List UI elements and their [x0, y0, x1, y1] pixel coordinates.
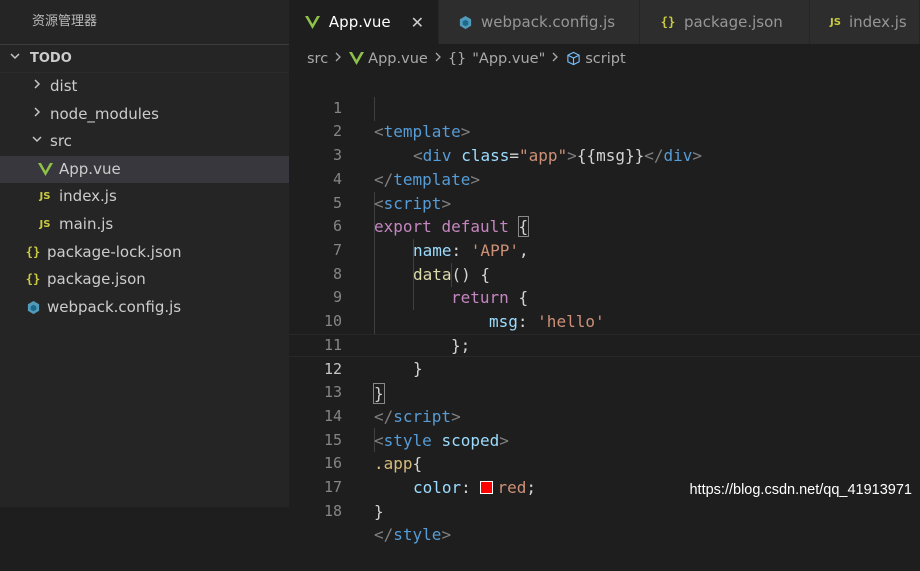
workspace-name: TODO	[30, 51, 72, 66]
chevron-down-icon	[30, 128, 44, 156]
code-line: 17 }	[289, 452, 920, 521]
code-line: 1 <template>	[289, 73, 920, 142]
webpack-icon	[457, 15, 473, 30]
vue-icon	[348, 52, 364, 65]
tree-item-node-modules[interactable]: node_modules	[0, 101, 289, 129]
tree-item-label: webpack.config.js	[47, 297, 182, 316]
object-braces-icon: {}	[447, 50, 467, 67]
code-line: 8 return {	[289, 239, 920, 308]
tree-item-label: index.js	[59, 187, 117, 206]
javascript-file-icon: JS	[39, 218, 51, 230]
javascript-file-icon: JS	[830, 16, 841, 28]
code-line: 2 <div class="app">{{msg}}</div>	[289, 97, 920, 165]
tree-item-dist[interactable]: dist	[0, 73, 289, 101]
chevron-right-icon	[30, 101, 44, 129]
cube-symbol-icon	[565, 51, 581, 66]
vue-icon	[37, 163, 53, 177]
code-line: 5 export default {	[289, 168, 920, 238]
chevron-down-icon	[0, 45, 30, 72]
tree-item-label: src	[50, 132, 72, 151]
code-line: 6 name: 'APP',	[289, 192, 920, 260]
json-file-icon: {}	[25, 244, 41, 259]
code-line: 9 msg: 'hello'	[289, 263, 920, 331]
javascript-file-icon: JS	[39, 191, 51, 203]
chevron-right-icon	[551, 51, 559, 67]
breadcrumb-file[interactable]: App.vue	[368, 51, 428, 67]
tree-item-app-vue[interactable]: App.vue	[0, 155, 289, 184]
json-file-icon: {}	[660, 15, 676, 29]
tab-webpack-config[interactable]: webpack.config.js	[439, 0, 640, 44]
chevron-right-icon	[334, 51, 342, 67]
code-line: 14 <style scoped>	[289, 381, 920, 450]
tab-label: index.js	[848, 13, 907, 31]
tab-app-vue[interactable]: App.vue ✕	[289, 0, 439, 44]
tree-item-label: package-lock.json	[47, 242, 182, 261]
json-file-icon: {}	[25, 272, 41, 287]
breadcrumb: src App.vue {} "App.vue" script	[289, 44, 920, 73]
chevron-right-icon	[30, 73, 44, 101]
tab-index-js[interactable]: JS index.js	[810, 0, 920, 44]
code-line: 16 color: red;	[289, 429, 920, 497]
tab-label: App.vue	[328, 13, 391, 31]
tree-item-label: main.js	[59, 214, 114, 233]
tab-package-json[interactable]: {} package.json	[640, 0, 810, 44]
explorer-title: 资源管理器	[32, 14, 98, 29]
workspace-section-header[interactable]: TODO	[0, 44, 289, 73]
code-line: 4 <script>	[289, 144, 920, 213]
explorer-sidebar: 资源管理器 TODO dist node_modules src App.vue…	[0, 0, 289, 507]
tree-item-label: dist	[50, 77, 78, 95]
code-editor[interactable]: 1 <template> 2 <div class="app">{{msg}}<…	[289, 73, 920, 544]
breadcrumb-object[interactable]: "App.vue"	[472, 51, 545, 67]
tree-item-webpack-config[interactable]: webpack.config.js	[0, 294, 289, 322]
watermark: https://blog.csdn.net/qq_41913971	[689, 482, 912, 498]
tree-item-main-js[interactable]: JS main.js	[0, 211, 289, 239]
chevron-right-icon	[434, 51, 442, 67]
code-line: 10 };	[289, 286, 920, 355]
breadcrumb-symbol[interactable]: script	[585, 51, 625, 67]
code-line: 13 </script>	[289, 357, 920, 426]
close-icon[interactable]: ✕	[411, 13, 424, 32]
tree-item-label: node_modules	[50, 104, 159, 123]
code-line: 3 </template>	[289, 120, 920, 189]
vue-icon	[305, 15, 321, 29]
tree-item-package-lock-json[interactable]: {} package-lock.json	[0, 239, 289, 267]
code-line: 7 data() {	[289, 215, 920, 284]
tree-item-label: package.json	[47, 270, 146, 289]
webpack-icon	[25, 300, 41, 315]
breadcrumb-src[interactable]: src	[307, 51, 328, 67]
code-line-current: 12 }	[289, 333, 920, 405]
tab-label: package.json	[684, 13, 783, 31]
tab-label: webpack.config.js	[481, 13, 616, 31]
tree-item-label: App.vue	[59, 159, 121, 178]
tree-item-src[interactable]: src	[0, 128, 289, 156]
code-line: 15 .app{	[289, 405, 920, 474]
tree-item-package-json[interactable]: {} package.json	[0, 266, 289, 294]
tree-item-index-js[interactable]: JS index.js	[0, 183, 289, 211]
code-line: 11 }	[289, 310, 920, 379]
line-number: 18	[323, 501, 342, 520]
editor-tab-bar: App.vue ✕ webpack.config.js {} package.j…	[289, 0, 920, 44]
